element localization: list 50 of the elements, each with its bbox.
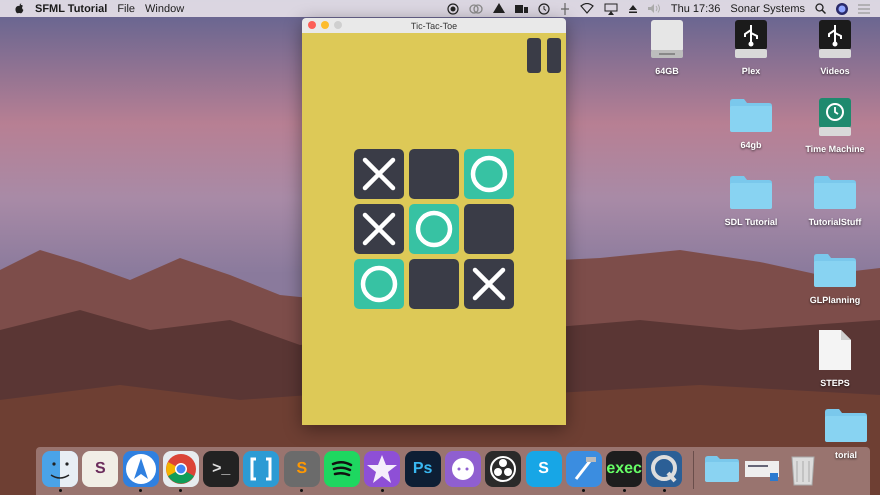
- triangle-icon[interactable]: [492, 3, 505, 14]
- desktop-icon-label[interactable]: Plex: [742, 66, 760, 76]
- document-icon[interactable]: [819, 330, 851, 370]
- desktop-icon-label[interactable]: GLPlanning: [810, 294, 860, 304]
- desktop-icon-label[interactable]: Videos: [820, 66, 850, 76]
- q-logo-icon[interactable]: [646, 451, 682, 487]
- device-icon[interactable]: [514, 3, 528, 14]
- x-cell[interactable]: [464, 259, 514, 309]
- menu-item[interactable]: File: [117, 2, 136, 14]
- app-menu[interactable]: SFML Tutorial: [35, 2, 108, 14]
- face-icon[interactable]: [42, 451, 78, 487]
- user-name[interactable]: Sonar Systems: [730, 2, 805, 14]
- brackets-icon[interactable]: [243, 451, 280, 487]
- clock-drive-icon[interactable]: [817, 98, 853, 136]
- apple-icon[interactable]: [14, 2, 25, 14]
- hard-drive-icon[interactable]: [649, 20, 685, 58]
- empty-cell[interactable]: [409, 259, 459, 309]
- close-icon[interactable]: [308, 21, 316, 29]
- terminal-icon[interactable]: >_: [203, 451, 240, 487]
- paper-plane-icon[interactable]: [122, 451, 159, 487]
- search-icon[interactable]: [815, 3, 826, 14]
- airplay-icon[interactable]: [604, 2, 618, 14]
- o-cell[interactable]: [464, 149, 514, 199]
- x-cell[interactable]: [354, 149, 404, 199]
- circle-logo-icon[interactable]: [485, 451, 522, 487]
- hammer-icon[interactable]: [566, 451, 602, 487]
- menu-item[interactable]: Window: [145, 2, 184, 14]
- record-icon[interactable]: [446, 2, 459, 14]
- letter-tile-icon[interactable]: S: [82, 451, 118, 487]
- x-cell[interactable]: [354, 204, 404, 254]
- desktop-icon-label[interactable]: torial: [834, 450, 857, 460]
- wifi-icon[interactable]: [580, 3, 594, 14]
- desktop-icon-label[interactable]: 64GB: [655, 66, 679, 76]
- empty-cell[interactable]: [464, 204, 514, 254]
- rings-icon[interactable]: [468, 2, 483, 14]
- o-cell[interactable]: [409, 204, 459, 254]
- desktop-icon-label[interactable]: STEPS: [820, 378, 850, 388]
- orb-icon[interactable]: [836, 2, 848, 14]
- clock-history-icon[interactable]: [538, 2, 550, 14]
- sound-waves-icon[interactable]: [324, 451, 360, 487]
- eject-icon[interactable]: [628, 4, 638, 14]
- pause-icon[interactable]: [527, 38, 561, 73]
- usb-drive-icon[interactable]: [817, 20, 853, 58]
- o-cell[interactable]: [354, 259, 404, 309]
- usb-drive-icon[interactable]: [733, 20, 769, 58]
- terminal-icon[interactable]: exec: [606, 451, 642, 487]
- window-title: Tic-Tac-Toe: [410, 20, 458, 30]
- empty-cell[interactable]: [409, 149, 459, 199]
- letter-tile-icon[interactable]: Ps: [404, 451, 441, 487]
- clock[interactable]: Thu 17:36: [670, 2, 720, 14]
